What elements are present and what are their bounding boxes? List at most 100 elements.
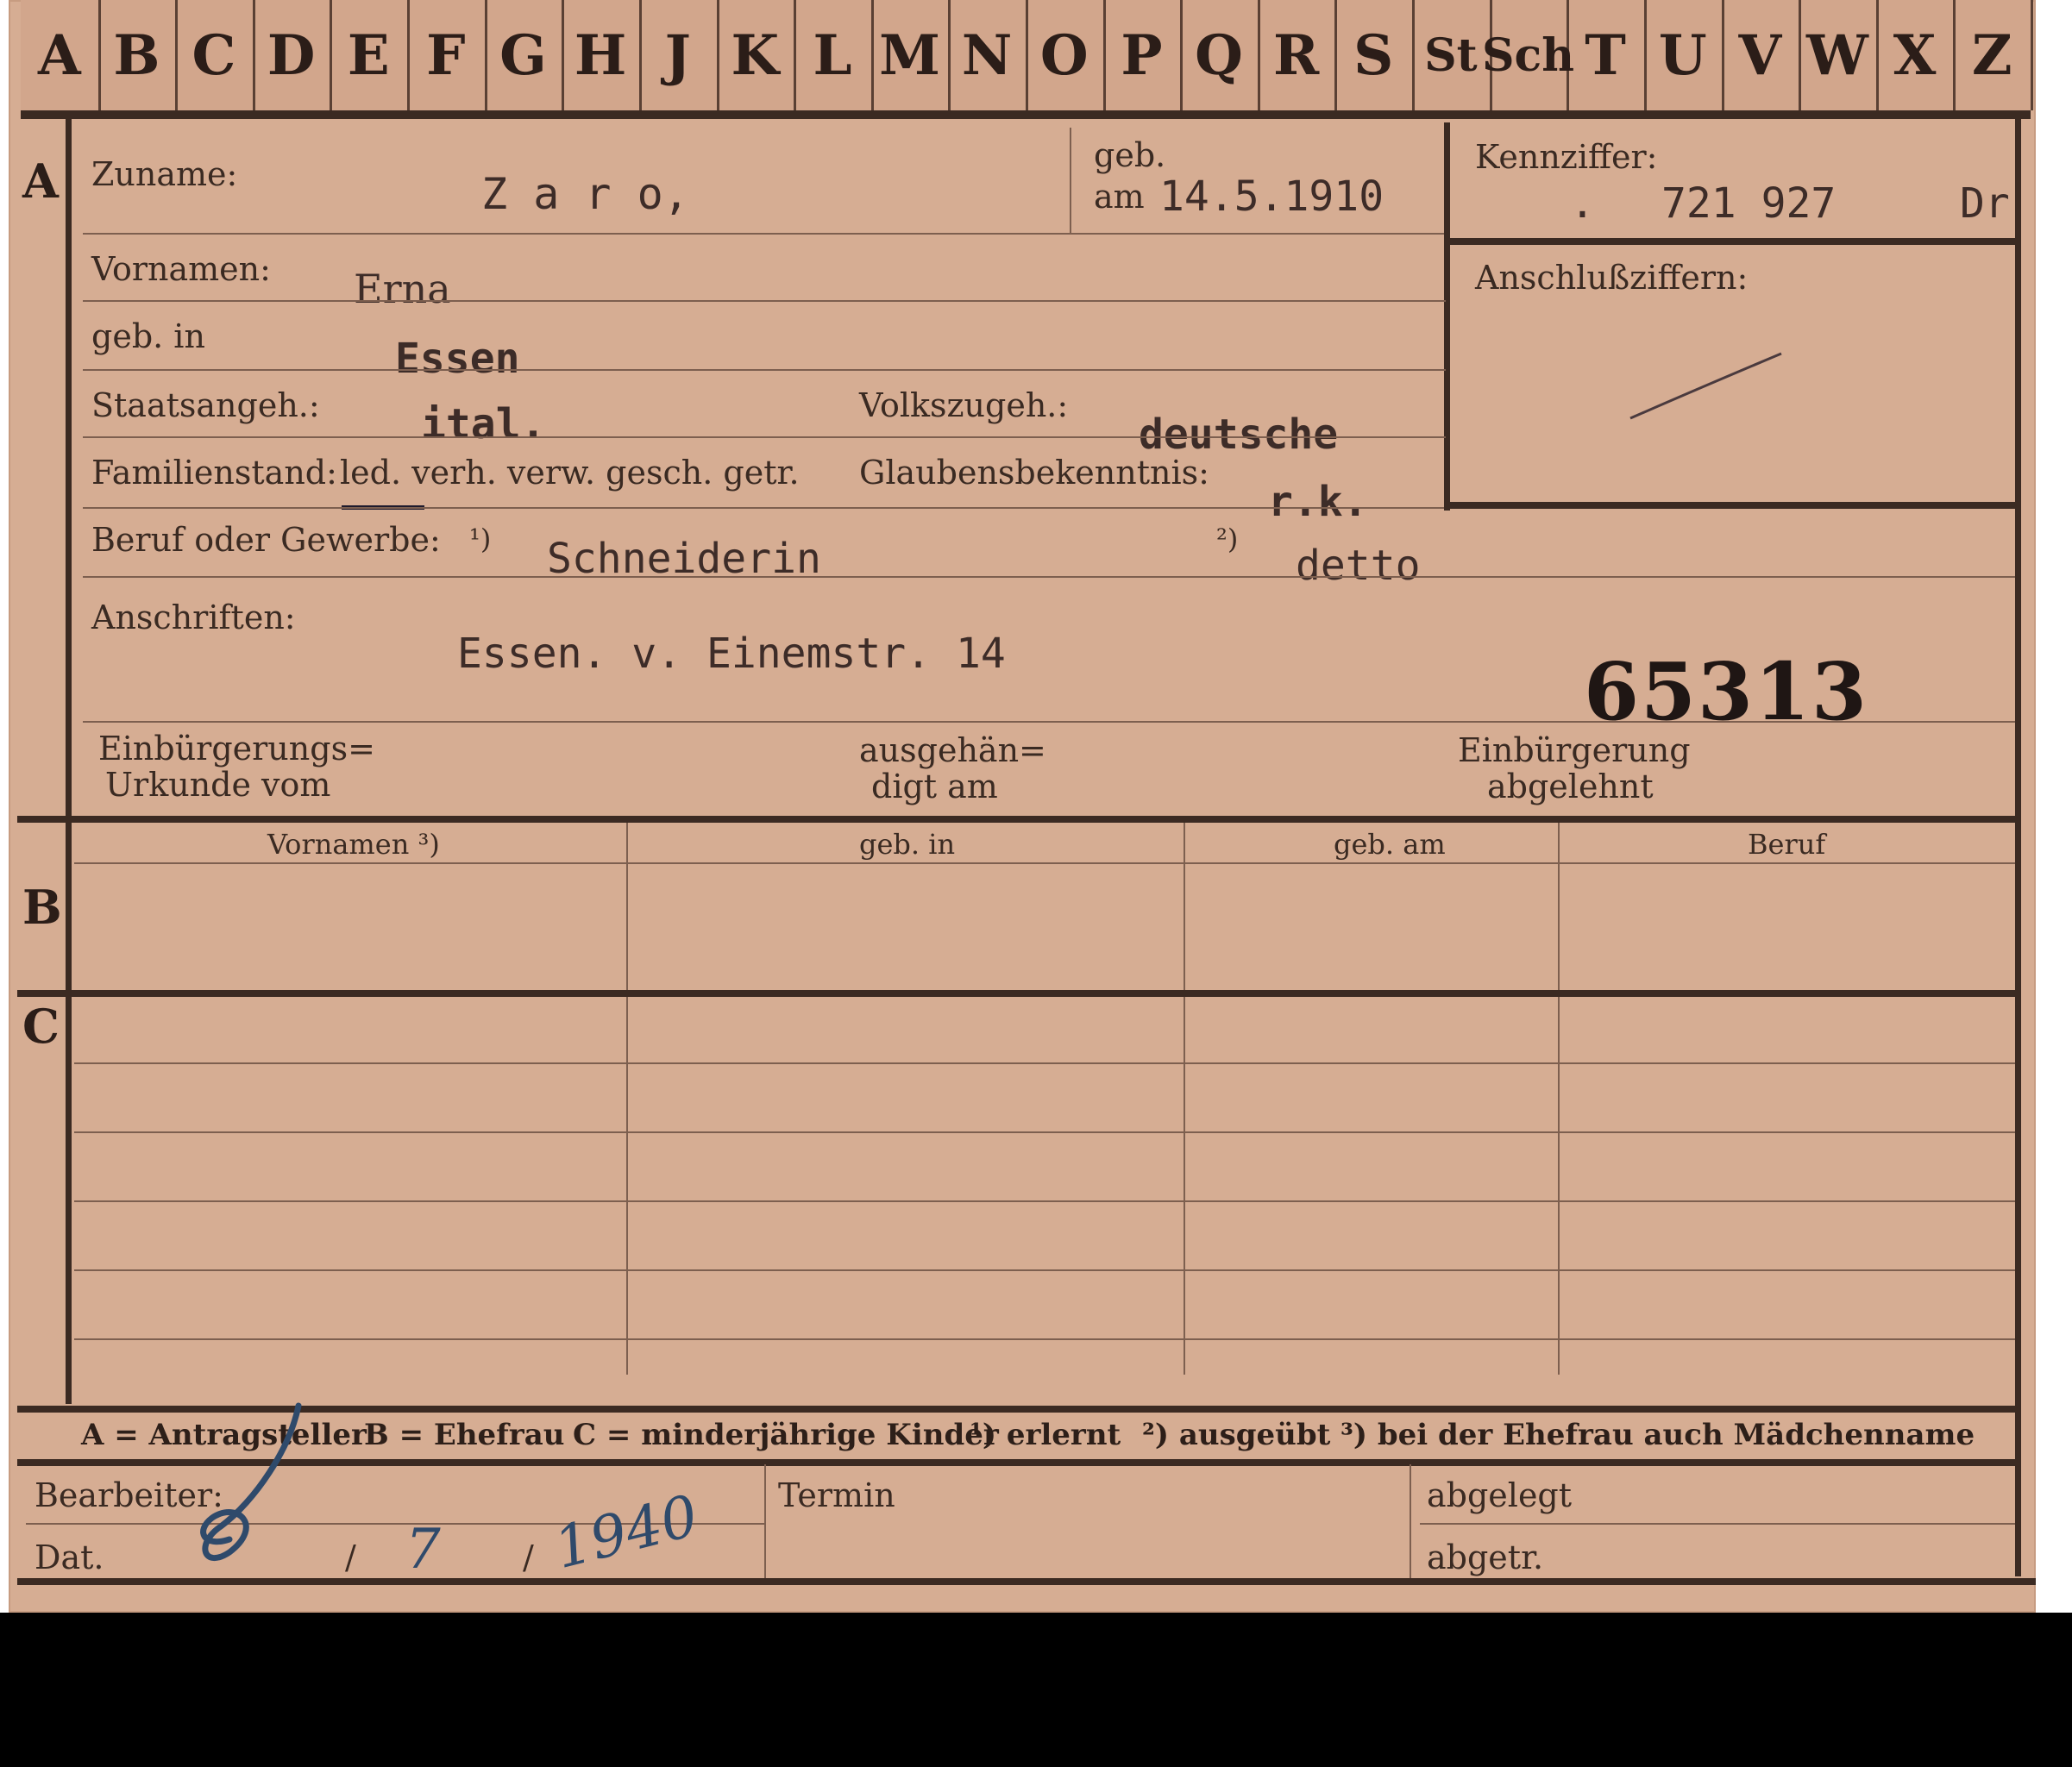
section-c-letter: C <box>22 999 60 1054</box>
index-tab-x: X <box>1876 0 1956 110</box>
index-tab-q: Q <box>1180 0 1260 110</box>
dat-month-handwritten: 7 <box>405 1518 441 1582</box>
vornamen-value: Erna <box>354 266 451 312</box>
beruf-value-2: detto <box>1296 542 1421 590</box>
section-a-letter: A <box>22 154 59 209</box>
vornamen-label: Vornamen: <box>91 250 271 288</box>
index-tab-w: W <box>1799 0 1879 110</box>
col-geb-am-header: geb. am <box>1334 828 1446 861</box>
ausgehaen-label-line1: ausgehän= <box>859 731 1046 769</box>
kennziffer-box-divider <box>1444 238 2015 245</box>
einb-urkunde-label-line2: Urkunde vom <box>105 766 331 804</box>
geb-in-value: Essen <box>395 335 520 383</box>
termin-label: Termin <box>778 1476 895 1514</box>
index-tab-c: C <box>175 0 255 110</box>
index-tabs: A B C D E F G H J K L M N O P Q R S St Sch T U V W X Z <box>21 0 2033 119</box>
legend-fn2: ²) ausgeübt <box>1142 1418 1331 1452</box>
anschriften-value: Essen. v. Einemstr. 14 <box>457 630 1006 678</box>
staatsangeh-value: ital. <box>421 400 546 448</box>
geb-am-label: am <box>1094 178 1145 216</box>
glaubens-label: Glaubensbekenntnis: <box>859 454 1209 492</box>
scan-background <box>0 1613 2072 1767</box>
col-divider-3 <box>1558 823 1560 1375</box>
col-divider-2 <box>1184 823 1185 1375</box>
dat-label: Dat. <box>35 1538 104 1576</box>
dat-separator-1: / <box>345 1538 356 1576</box>
kennziffer-dot: . <box>1570 179 1595 228</box>
volkszugeh-label: Volkszugeh.: <box>859 386 1069 424</box>
index-tab-z: Z <box>1953 0 2033 110</box>
kennziffer-box-bottom <box>1444 502 2015 509</box>
stamp-number: 65313 <box>1584 645 1869 738</box>
footer-divider-2 <box>1410 1464 1411 1578</box>
footer-divider-1 <box>764 1464 766 1578</box>
col-divider-1 <box>626 823 628 1375</box>
index-tab-b: B <box>98 0 179 110</box>
abgetr-label: abgetr. <box>1427 1538 1544 1576</box>
index-tab-l: L <box>794 0 874 110</box>
col-geb-in-header: geb. in <box>859 828 956 861</box>
dat-year-handwritten: 1940 <box>548 1482 705 1582</box>
index-tab-u: U <box>1644 0 1724 110</box>
geb-am-value: 14.5.1910 <box>1159 172 1384 221</box>
volkszugeh-value: deutsche <box>1139 410 1339 459</box>
beruf-footnote-1: ¹) <box>469 523 492 555</box>
col-vornamen-header: Vornamen ³) <box>267 828 440 861</box>
kennziffer-label: Kennziffer: <box>1475 138 1658 176</box>
zuname-value: Z a r o, <box>481 169 689 219</box>
geb-label: geb. <box>1094 136 1166 174</box>
registration-card: A B C D E F G H J K L M N O P Q R S St Sch T U V W X Z A Zuname: … <box>9 0 2036 1613</box>
section-b-bottom-rule <box>17 990 2015 997</box>
dat-separator-2: / <box>523 1538 534 1576</box>
section-a-bottom-rule <box>17 816 2015 823</box>
staatsangeh-label: Staatsangeh.: <box>91 386 320 424</box>
legend-b: B = Ehefrau <box>364 1418 565 1452</box>
section-b-letter: B <box>22 880 62 935</box>
familienstand-options: led. verh. verw. gesch. getr. <box>340 454 800 492</box>
anschluss-label: Anschlußziffern: <box>1475 259 1749 297</box>
rule-4 <box>83 436 1446 438</box>
index-tab-t: T <box>1567 0 1647 110</box>
card-bottom-rule <box>17 1578 2036 1585</box>
index-tab-sch: Sch <box>1482 0 1574 110</box>
index-tab-h: H <box>562 0 642 110</box>
beruf-label: Beruf oder Gewerbe: <box>91 521 441 559</box>
rule-3 <box>83 369 1446 371</box>
left-margin-rule <box>66 119 72 1404</box>
geb-divider <box>1070 128 1071 233</box>
einb-abgelehnt-label-line2: abgelehnt <box>1487 768 1654 805</box>
index-tab-s: S <box>1334 0 1416 110</box>
index-tab-o: O <box>1026 0 1106 110</box>
right-edge-rule <box>2015 119 2021 1576</box>
anschriften-label: Anschriften: <box>91 598 296 636</box>
index-tab-j: J <box>639 0 719 110</box>
anschluss-slash-mark <box>1629 352 1782 420</box>
einb-urkunde-label-line1: Einbürgerungs= <box>98 730 375 768</box>
section-c-row-rule-5 <box>74 1338 2015 1340</box>
index-tab-d: D <box>253 0 333 110</box>
glaubens-value: r.k. <box>1268 478 1368 526</box>
abgelegt-label: abgelegt <box>1427 1476 1573 1514</box>
col-beruf-header: Beruf <box>1748 828 1826 861</box>
rule-7 <box>83 721 2015 723</box>
index-tab-st: St <box>1412 0 1492 110</box>
section-c-row-rule-1 <box>74 1062 2015 1064</box>
abgelegt-rule <box>1420 1523 2015 1525</box>
legend-c: C = minderjährige Kinder <box>573 1418 999 1452</box>
beruf-footnote-2: ²) <box>1216 523 1239 555</box>
section-c-row-rule-3 <box>74 1200 2015 1202</box>
index-tab-g: G <box>485 0 565 110</box>
index-tab-p: P <box>1103 0 1184 110</box>
rule-2 <box>83 300 1446 302</box>
bearbeiter-signature <box>200 1402 302 1561</box>
index-tab-m: M <box>871 0 951 110</box>
geb-in-label: geb. in <box>91 317 205 355</box>
section-b-header-rule <box>74 862 2015 864</box>
index-tab-e: E <box>330 0 411 110</box>
zuname-label: Zuname: <box>91 155 238 193</box>
familienstand-label: Familienstand: <box>91 454 337 492</box>
einb-abgelehnt-label-line1: Einbürgerung <box>1458 731 1691 769</box>
index-tab-n: N <box>948 0 1028 110</box>
ausgehaen-label-line2: digt am <box>871 768 998 805</box>
index-tab-k: K <box>717 0 797 110</box>
